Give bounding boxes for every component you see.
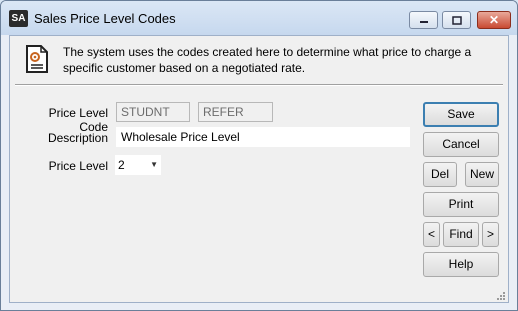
price-level-select[interactable]: 2 ▼ xyxy=(115,155,161,175)
price-level-code-field-1: STUDNT xyxy=(116,102,190,122)
description-input[interactable]: Wholesale Price Level xyxy=(116,127,410,147)
delete-button[interactable]: Del xyxy=(423,162,457,187)
price-level-code-field-2: REFER xyxy=(198,102,273,122)
close-icon: ✕ xyxy=(488,13,500,27)
previous-button[interactable]: < xyxy=(423,222,440,247)
new-button[interactable]: New xyxy=(465,162,499,187)
sales-price-level-codes-window: SA Sales Price Level Codes ✕ The system … xyxy=(0,0,518,311)
minimize-icon xyxy=(410,12,437,28)
print-button[interactable]: Print xyxy=(423,192,499,217)
find-button[interactable]: Find xyxy=(443,222,479,247)
dialog-body: The system uses the codes created here t… xyxy=(9,35,509,303)
resize-grip-icon[interactable] xyxy=(496,290,506,300)
chevron-down-icon: ▼ xyxy=(150,160,158,169)
save-button[interactable]: Save xyxy=(423,102,499,127)
title-bar[interactable]: SA Sales Price Level Codes ✕ xyxy=(1,1,517,35)
cancel-button[interactable]: Cancel xyxy=(423,132,499,157)
maximize-button[interactable] xyxy=(442,11,471,29)
app-icon: SA xyxy=(9,10,28,27)
price-level-label: Price Level xyxy=(48,159,108,173)
description-label: Description xyxy=(47,131,108,145)
maximize-icon xyxy=(443,12,470,28)
help-button[interactable]: Help xyxy=(423,252,499,277)
price-level-code-label: Price Level Code xyxy=(48,106,108,134)
info-text: The system uses the codes created here t… xyxy=(63,45,472,75)
minimize-button[interactable] xyxy=(409,11,438,29)
document-gear-icon xyxy=(25,44,49,74)
close-button[interactable]: ✕ xyxy=(477,11,511,29)
window-title: Sales Price Level Codes xyxy=(34,11,176,26)
separator xyxy=(15,84,503,86)
price-level-value: 2 xyxy=(118,158,125,172)
next-button[interactable]: > xyxy=(482,222,499,247)
